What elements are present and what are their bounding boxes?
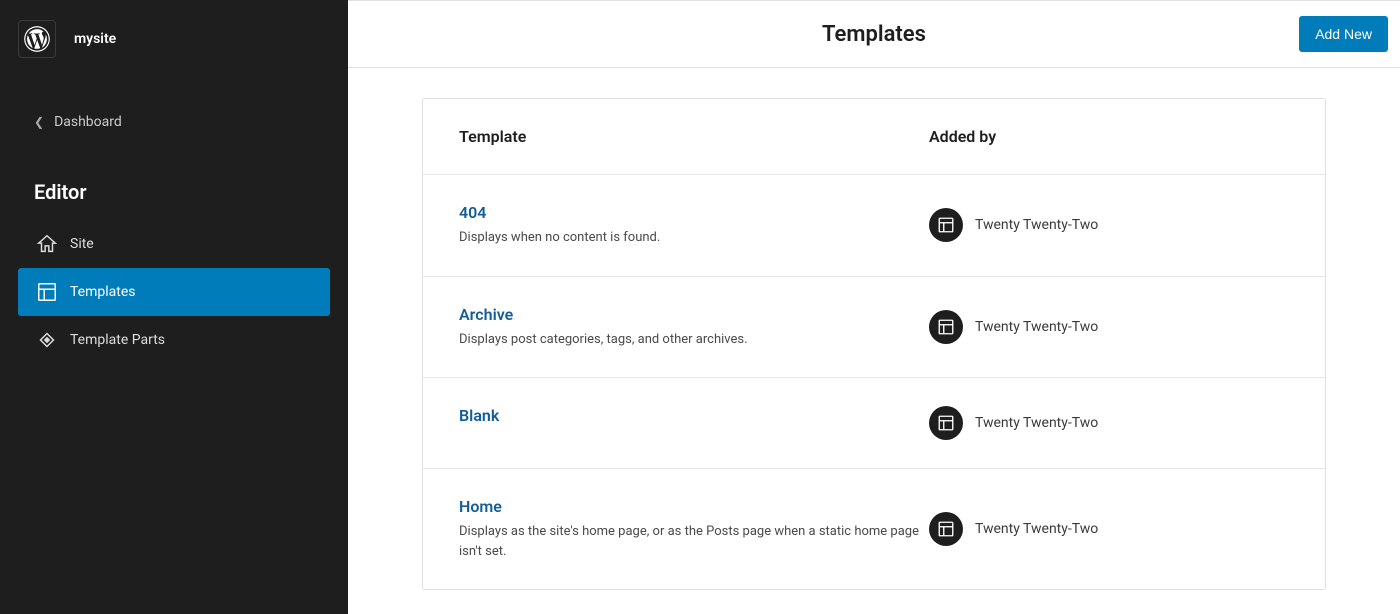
chevron-left-icon: ❮ <box>34 115 44 129</box>
template-description: Displays when no content is found. <box>459 228 929 248</box>
col-header-added-by: Added by <box>929 127 1289 146</box>
templates-table: Template Added by 404 Displays when no c… <box>422 98 1326 590</box>
layout-icon <box>929 512 963 546</box>
back-label: Dashboard <box>54 114 122 130</box>
theme-name: Twenty Twenty-Two <box>975 319 1098 335</box>
sidebar: mysite ❮ Dashboard Editor Site Templates… <box>0 0 348 614</box>
dashboard-back-link[interactable]: ❮ Dashboard <box>0 100 348 144</box>
sidebar-item-template-parts[interactable]: Template Parts <box>18 316 330 364</box>
table-row: 404 Displays when no content is found. T… <box>423 175 1325 277</box>
theme-name: Twenty Twenty-Two <box>975 217 1098 233</box>
template-name-link[interactable]: Home <box>459 497 929 516</box>
sidebar-item-label: Template Parts <box>70 332 165 348</box>
layout-icon <box>929 406 963 440</box>
table-row: Archive Displays post categories, tags, … <box>423 277 1325 379</box>
layout-icon <box>36 281 58 303</box>
sidebar-item-site[interactable]: Site <box>18 220 330 268</box>
layout-icon <box>929 310 963 344</box>
theme-name: Twenty Twenty-Two <box>975 415 1098 431</box>
layout-icon <box>929 208 963 242</box>
sidebar-item-templates[interactable]: Templates <box>18 268 330 316</box>
page-title: Templates <box>822 22 926 47</box>
sidebar-item-label: Site <box>70 236 94 252</box>
template-description: Displays post categories, tags, and othe… <box>459 330 929 350</box>
template-name-link[interactable]: Archive <box>459 305 929 324</box>
site-title: mysite <box>74 31 116 47</box>
theme-name: Twenty Twenty-Two <box>975 521 1098 537</box>
add-new-button[interactable]: Add New <box>1299 16 1388 52</box>
main-content: Templates Add New Template Added by 404 … <box>348 0 1400 614</box>
main-header: Templates Add New <box>348 1 1400 68</box>
template-name-link[interactable]: 404 <box>459 203 929 222</box>
template-description: Displays as the site's home page, or as … <box>459 522 929 561</box>
sidebar-section-title: Editor <box>0 144 348 220</box>
home-icon <box>36 233 58 255</box>
sidebar-nav: Site Templates Template Parts <box>0 220 348 364</box>
template-name-link[interactable]: Blank <box>459 406 929 425</box>
table-row: Blank Twenty Twenty-Two <box>423 378 1325 469</box>
table-row: Home Displays as the site's home page, o… <box>423 469 1325 589</box>
table-header: Template Added by <box>423 99 1325 175</box>
sidebar-item-label: Templates <box>70 284 136 300</box>
site-header: mysite <box>0 10 348 76</box>
content-area: Template Added by 404 Displays when no c… <box>348 68 1400 614</box>
wordpress-logo-icon[interactable] <box>18 20 56 58</box>
col-header-template: Template <box>459 127 929 146</box>
diamond-icon <box>36 329 58 351</box>
